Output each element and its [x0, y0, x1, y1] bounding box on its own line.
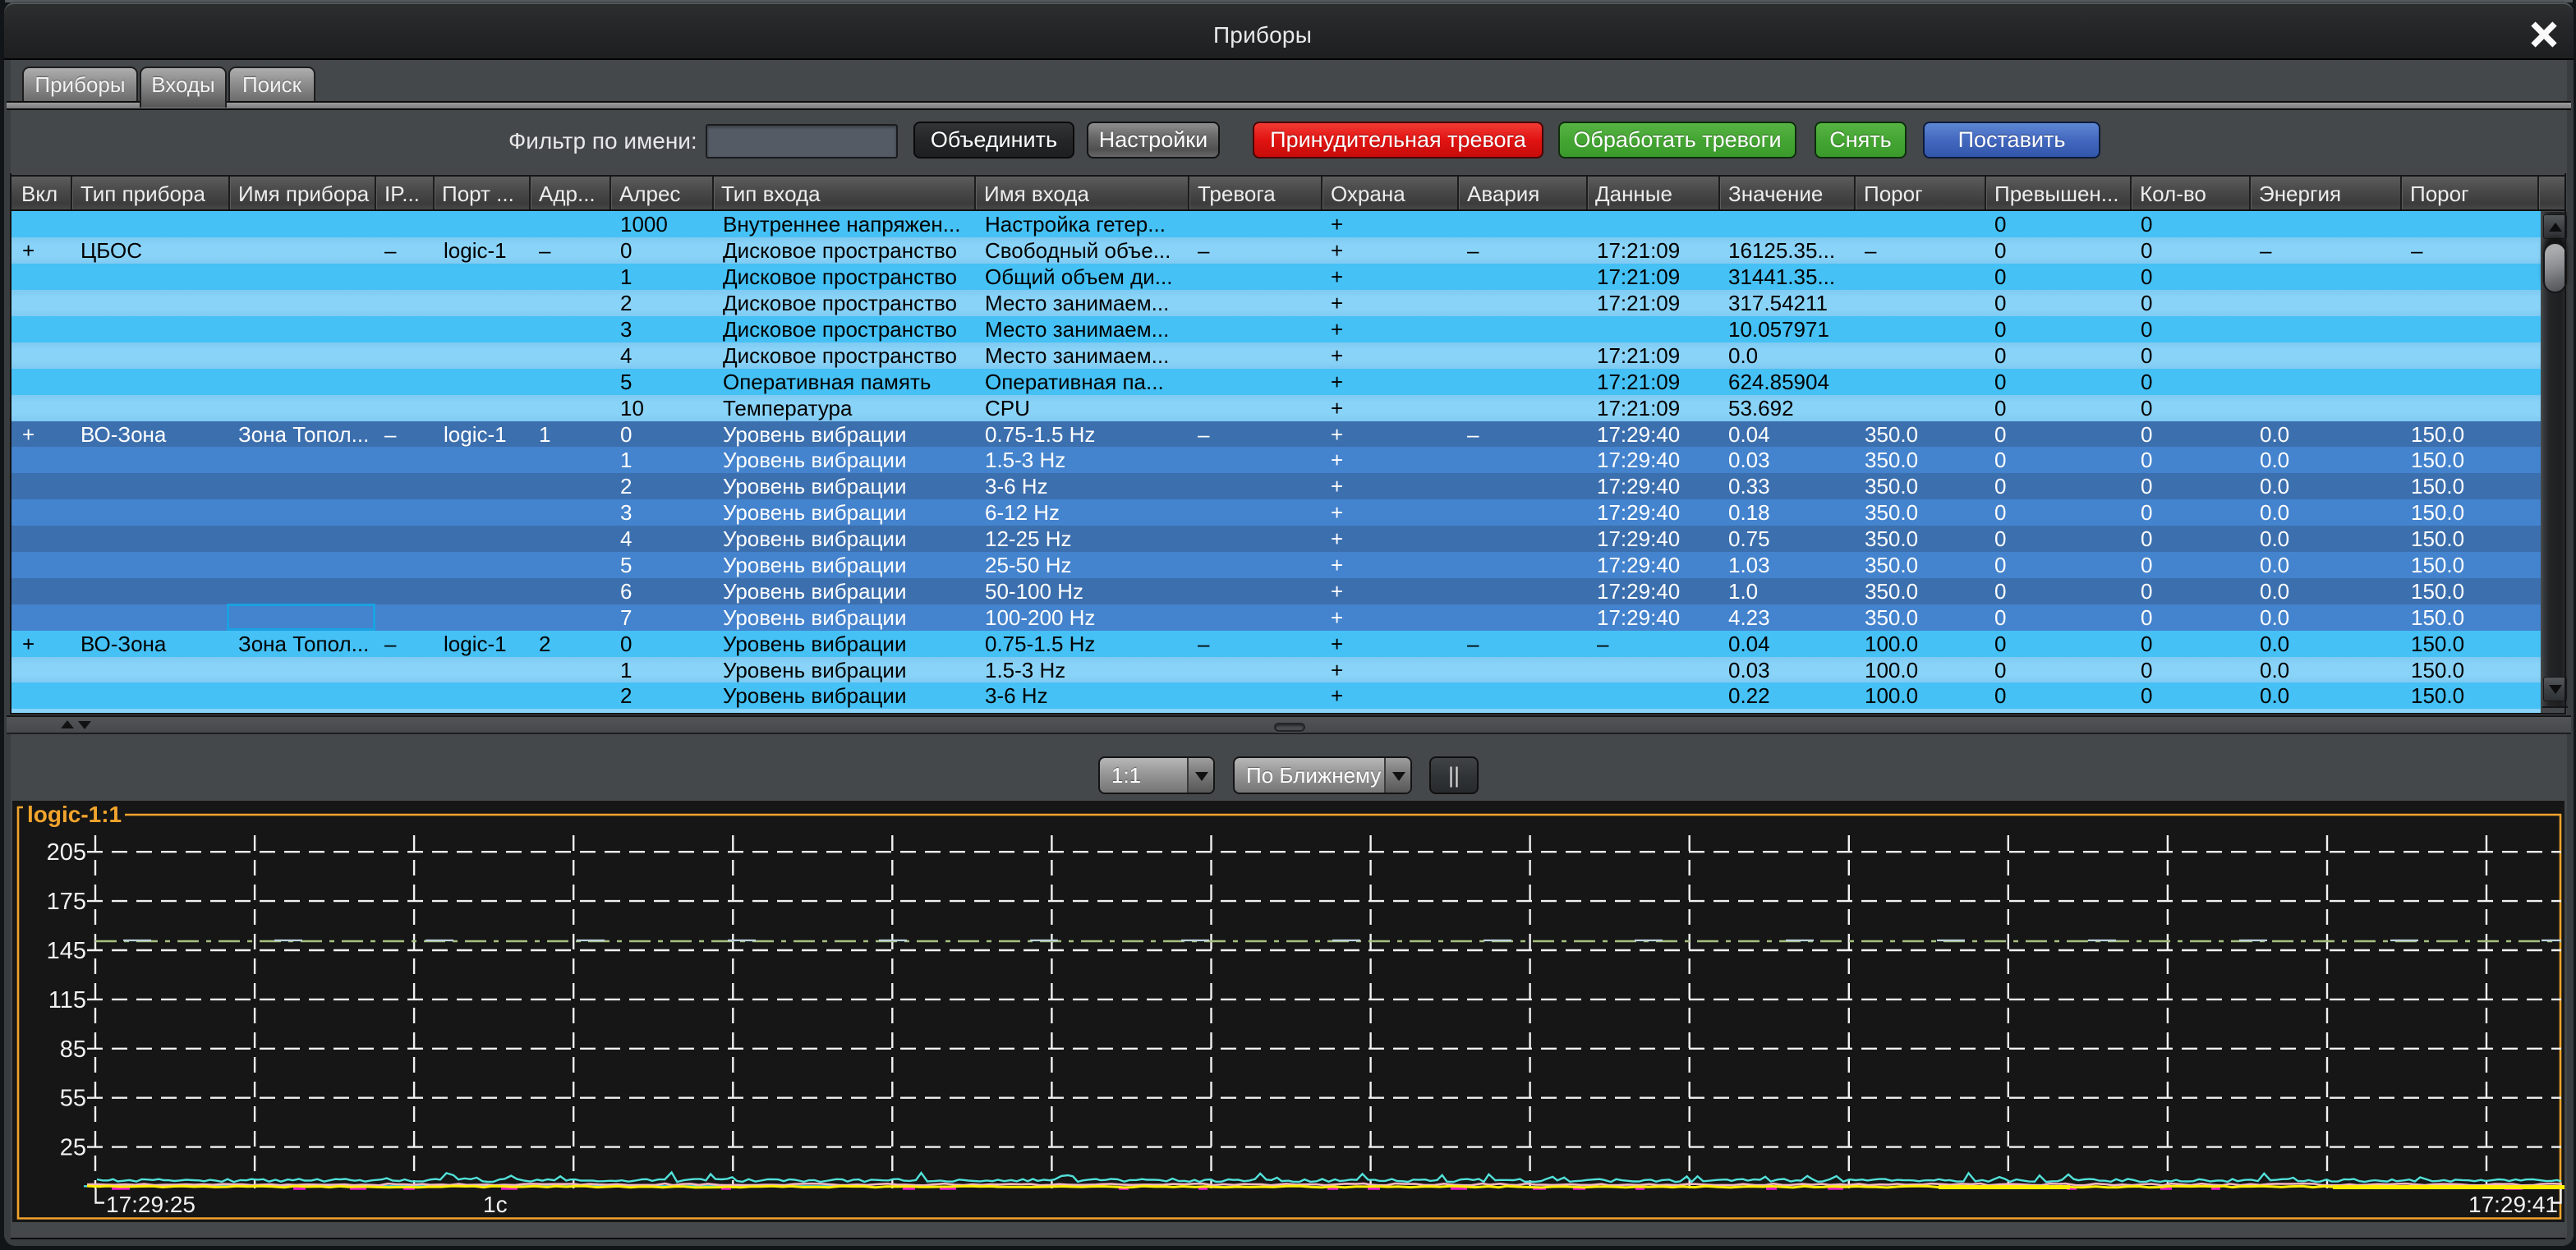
svg-text:85: 85: [60, 1036, 86, 1063]
svg-text:logic-1:1: logic-1:1: [27, 802, 122, 827]
svg-text:115: 115: [48, 987, 86, 1013]
svg-text:17:29:25: 17:29:25: [106, 1192, 196, 1217]
svg-text:205: 205: [47, 839, 86, 866]
svg-text:55: 55: [60, 1086, 86, 1112]
svg-text:175: 175: [47, 889, 86, 915]
svg-text:1с: 1с: [483, 1192, 508, 1217]
svg-text:25: 25: [60, 1135, 86, 1161]
svg-text:145: 145: [47, 938, 86, 964]
svg-text:17:29:41: 17:29:41: [2468, 1192, 2558, 1217]
